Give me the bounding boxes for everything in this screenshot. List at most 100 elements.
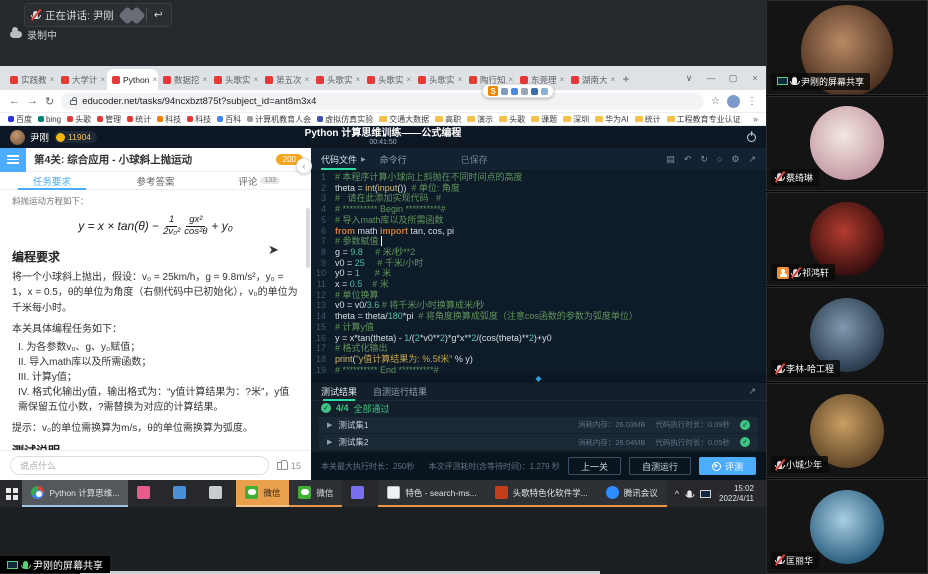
taskbar-clock[interactable]: 15:02 2022/4/11 — [719, 484, 758, 504]
taskbar-app-button[interactable]: 微信 — [289, 480, 342, 507]
task-panel-tab[interactable]: 参考答案 — [104, 172, 208, 189]
browser-tab[interactable]: 头歌实 × — [311, 69, 362, 90]
browser-tab[interactable]: 大学计 × — [56, 69, 107, 90]
bookmark-item[interactable]: 头歌 — [499, 114, 525, 125]
back-icon[interactable]: ← — [9, 95, 20, 107]
tab-close-icon[interactable]: × — [203, 75, 208, 84]
browser-tab[interactable]: 湖南大 × — [566, 69, 617, 90]
test-set-row[interactable]: ▶ 测试集2 消耗内存：26.04MB 代码执行时长：0.05秒 ✓ — [319, 434, 758, 450]
taskbar-app-button[interactable] — [342, 480, 378, 507]
tab-close-icon[interactable]: × — [458, 75, 463, 84]
reset-icon[interactable]: ↻ — [700, 154, 708, 165]
comment-input[interactable]: 说点什么 — [10, 456, 269, 475]
ime-keyboard-icon[interactable] — [531, 88, 538, 95]
tab-close-icon[interactable]: × — [254, 75, 259, 84]
exit-icon[interactable] — [747, 133, 756, 142]
forward-icon[interactable]: → — [27, 95, 38, 107]
browser-tab[interactable]: Python × — [107, 69, 158, 90]
taskbar-app-button[interactable]: 腾讯会议 — [597, 480, 667, 507]
restore-icon[interactable]: ↩ — [154, 9, 163, 21]
taskbar-app-button[interactable]: Python 计算思维... — [22, 480, 128, 507]
code-line[interactable]: 14theta = theta/180*pi # 将角度换算成弧度（注意cos函… — [311, 311, 766, 322]
reload-icon[interactable]: ↻ — [45, 95, 54, 108]
file-caret-icon[interactable]: ▶ — [361, 156, 366, 163]
browser-tab[interactable]: 实践教 × — [5, 69, 56, 90]
history-icon[interactable]: ○ — [717, 154, 722, 165]
code-line[interactable]: 8g = 9.8 # 米/秒**2 — [311, 247, 766, 258]
code-line[interactable]: 5# 导入math库以及所需函数 — [311, 215, 766, 226]
user-info[interactable]: 尹刚 11904 — [10, 130, 97, 145]
ime-settings-icon[interactable] — [541, 88, 548, 95]
panel-collapse-button[interactable]: ‹ — [296, 158, 312, 174]
browser-tab[interactable]: 数据挖 × — [158, 69, 209, 90]
participant-tile[interactable]: 祁鸿轩 — [766, 192, 928, 287]
participant-tile[interactable]: 匡丽华 — [766, 479, 928, 574]
omnibox[interactable]: educoder.net/tasks/94ncxbzt875t?subject_… — [61, 93, 704, 110]
taskbar-app-button[interactable]: 特色 - search-ms... — [378, 480, 485, 507]
bookmarks-overflow-icon[interactable]: » — [753, 114, 758, 124]
ime-emoji-icon[interactable] — [511, 88, 518, 95]
taskbar-app-button[interactable] — [128, 480, 164, 507]
ime-toolbar[interactable]: S — [482, 84, 554, 98]
code-line[interactable]: 3# 请在此添加实现代码 # — [311, 193, 766, 204]
menu-icon[interactable]: ⋮ — [747, 96, 757, 107]
taskbar-app-button[interactable]: 微信 — [236, 480, 289, 507]
settings-gear-icon[interactable]: ⚙ — [731, 154, 739, 165]
code-line[interactable]: 19# ********** End **********# — [311, 365, 766, 374]
bookmark-item[interactable]: 科技 — [157, 114, 181, 125]
code-line[interactable]: 2theta = int(input()) # 单位: 角度 — [311, 183, 766, 194]
tab-close-icon[interactable]: × — [611, 75, 616, 84]
code-line[interactable]: 6from math import tan, cos, pi — [311, 226, 766, 237]
tab-code-file[interactable]: 代码文件 ▶ — [321, 148, 366, 170]
tab-test-results[interactable]: 测试结果 — [321, 383, 357, 401]
thumbs-up-icon[interactable] — [277, 461, 288, 470]
bookmark-item[interactable]: 统计 — [127, 114, 151, 125]
bookmark-star-icon[interactable]: ☆ — [711, 96, 720, 107]
bookmark-item[interactable]: 百度 — [8, 114, 32, 125]
tab-close-icon[interactable]: × — [101, 75, 106, 84]
bookmark-item[interactable]: 虚拟仿真实验 — [317, 114, 373, 125]
code-line[interactable]: 1# 本程序计算小球向上斜抛在不同时间点的高度 — [311, 172, 766, 183]
browser-tab[interactable]: 头歌实 × — [413, 69, 464, 90]
code-line[interactable]: 11x = 0.5 # 米 — [311, 279, 766, 290]
undo-icon[interactable]: ↶ — [684, 154, 692, 165]
bookmark-item[interactable]: 高职 — [435, 114, 461, 125]
tray-display-icon[interactable] — [700, 490, 711, 498]
taskbar-app-button[interactable]: 头歌特色化软件学... — [486, 480, 597, 507]
test-set-row[interactable]: ▶ 测试集1 消耗内存：26.03MB 代码执行时长：0.09秒 ✓ — [319, 417, 758, 433]
tab-close-icon[interactable]: × — [356, 75, 361, 84]
expand-results-icon[interactable]: ↗ — [748, 386, 756, 397]
browser-tab[interactable]: 头歌实 × — [362, 69, 413, 90]
code-line[interactable]: 10y0 = 1 # 米 — [311, 268, 766, 279]
panel-scrollbar[interactable] — [306, 208, 310, 268]
bookmark-item[interactable]: 工程教育专业认证 — [667, 114, 741, 125]
code-line[interactable]: 9v0 = 25 # 千米/小时 — [311, 258, 766, 269]
tab-close-icon[interactable]: × — [50, 75, 55, 84]
prev-level-button[interactable]: 上一关 — [568, 457, 621, 475]
taskbar-app-button[interactable] — [164, 480, 200, 507]
participant-tile[interactable]: 小城少年 — [766, 383, 928, 478]
tab-close-icon[interactable]: × — [509, 75, 514, 84]
minimize-button[interactable]: — — [700, 73, 722, 83]
bookmark-item[interactable]: 课题 — [531, 114, 557, 125]
like-control[interactable]: 15 — [277, 461, 301, 471]
selftest-button[interactable]: 自测运行 — [629, 457, 691, 475]
bookmark-item[interactable]: 科技 — [187, 114, 211, 125]
bookmark-item[interactable]: bing — [38, 114, 61, 125]
ime-mode-icon[interactable] — [501, 88, 508, 95]
browser-tab[interactable]: 第五次 × — [260, 69, 311, 90]
expand-caret-icon[interactable]: ▶ — [327, 438, 332, 446]
code-line[interactable]: 16y = x*tan(theta) - 1/(2*v0**2)*g*x**2/… — [311, 333, 766, 344]
menu-burger-button[interactable] — [0, 148, 26, 172]
bookmark-item[interactable]: 管理 — [97, 114, 121, 125]
speaking-bar[interactable]: 正在讲话: 尹刚 ↩ — [24, 3, 172, 27]
taskbar-app-button[interactable] — [200, 480, 236, 507]
browser-tab[interactable]: 头歌实 × — [209, 69, 260, 90]
tray-mic-icon[interactable] — [687, 490, 692, 497]
code-line[interactable]: 7# 参数赋值 — [311, 236, 766, 247]
tab-close-icon[interactable]: × — [407, 75, 412, 84]
new-tab-button[interactable]: + — [617, 70, 635, 88]
profile-avatar[interactable] — [727, 95, 740, 108]
bookmark-item[interactable]: 统计 — [635, 114, 661, 125]
bookmark-item[interactable]: 深圳 — [563, 114, 589, 125]
